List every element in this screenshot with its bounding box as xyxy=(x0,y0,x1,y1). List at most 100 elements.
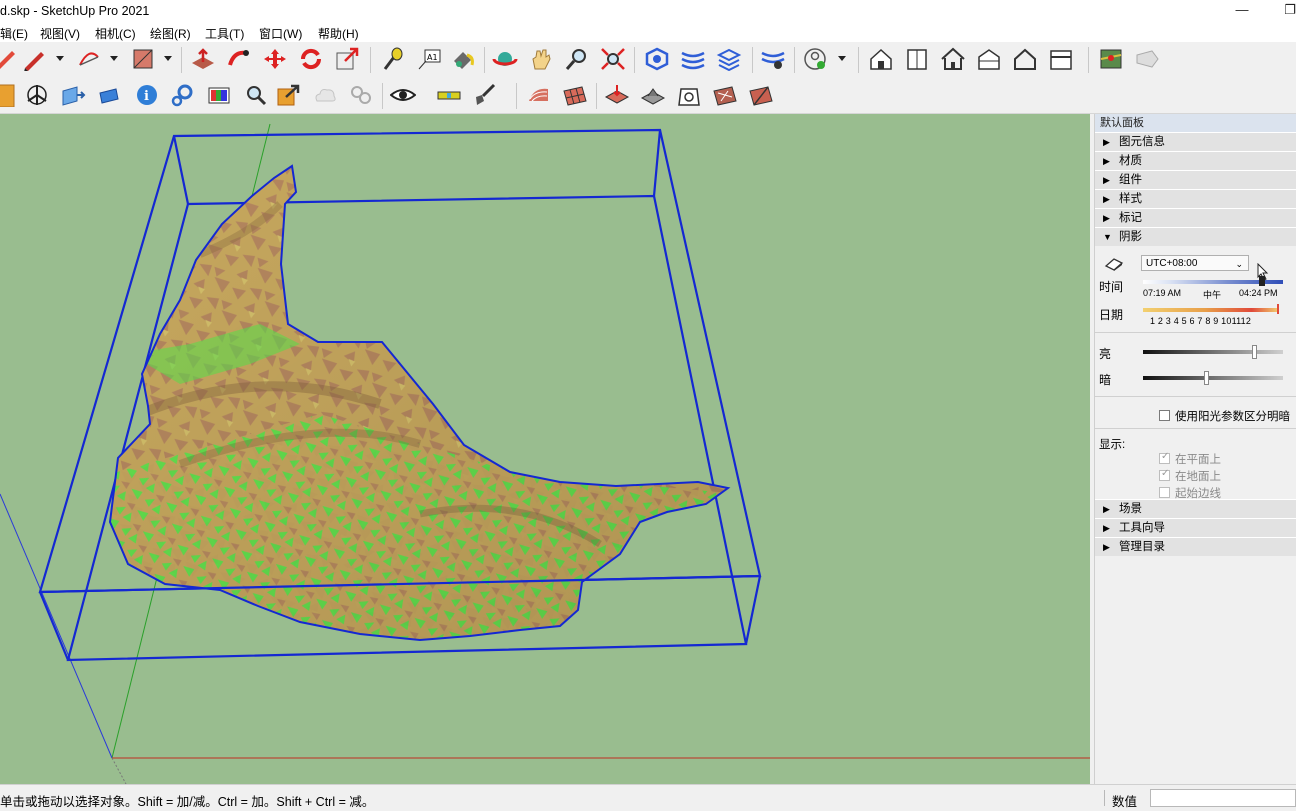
measurements-label: 数值 xyxy=(1112,795,1138,809)
axes-icon[interactable] xyxy=(24,83,52,109)
section-styles[interactable]: ▶ 样式 xyxy=(1095,189,1296,208)
export-icon[interactable] xyxy=(276,83,304,109)
section-fill-icon[interactable] xyxy=(96,83,124,109)
sandbox-icon[interactable] xyxy=(680,47,708,73)
restore-button[interactable]: ❐ xyxy=(1280,2,1296,20)
window-title: d.skp - SketchUp Pro 2021 xyxy=(0,4,150,18)
tag-icon[interactable] xyxy=(1134,47,1162,73)
extension-icon[interactable] xyxy=(760,47,788,73)
rectangle-dropdown-icon[interactable] xyxy=(164,56,172,61)
solid-tools-icon[interactable] xyxy=(644,47,672,73)
shadow-toggle-icon[interactable] xyxy=(1103,257,1125,274)
section-entity-info[interactable]: ▶ 图元信息 xyxy=(1095,132,1296,151)
section-instructor[interactable]: ▶ 工具向导 xyxy=(1095,518,1296,537)
section-components[interactable]: ▶ 组件 xyxy=(1095,170,1296,189)
eye-icon[interactable] xyxy=(389,83,418,109)
orbit-icon[interactable] xyxy=(492,47,520,73)
section-plane-icon[interactable] xyxy=(60,83,88,109)
chevron-down-icon: ⌄ xyxy=(1235,259,1243,269)
menu-camera[interactable]: 相机(C) xyxy=(95,25,136,42)
smoove-icon[interactable] xyxy=(604,83,632,109)
layers-icon[interactable] xyxy=(716,47,744,73)
section-tags[interactable]: ▶ 标记 xyxy=(1095,208,1296,227)
minimize-button[interactable]: — xyxy=(1232,2,1252,20)
menu-window[interactable]: 窗口(W) xyxy=(259,25,302,42)
scale-icon[interactable] xyxy=(334,47,362,73)
push-pull-icon[interactable] xyxy=(190,47,218,73)
zoom-extents-icon[interactable] xyxy=(600,47,628,73)
light-slider-thumb[interactable] xyxy=(1251,345,1257,359)
sketchup-logo-icon[interactable] xyxy=(0,83,18,109)
menu-tools[interactable]: 工具(T) xyxy=(205,25,244,42)
add-detail-icon[interactable] xyxy=(712,83,740,109)
blue-axis-line xyxy=(0,493,113,759)
dark-slider-thumb[interactable] xyxy=(1204,371,1209,385)
link-icon[interactable] xyxy=(348,83,376,109)
timezone-select[interactable]: UTC+08:00 ⌄ xyxy=(1141,255,1249,271)
zoom-icon[interactable] xyxy=(564,47,592,73)
follow-me-icon[interactable] xyxy=(226,47,254,73)
settings-icon[interactable] xyxy=(170,83,198,109)
section-scenes[interactable]: ▶ 场景 xyxy=(1095,499,1296,518)
rotate-icon[interactable] xyxy=(298,47,326,73)
arc-dropdown-icon[interactable] xyxy=(110,56,118,61)
date-slider-thumb[interactable] xyxy=(1277,304,1279,314)
info-icon[interactable]: i xyxy=(134,83,162,109)
terrain-from-contours-icon[interactable] xyxy=(526,83,554,109)
account-icon[interactable] xyxy=(802,47,830,73)
tape-measure-icon[interactable] xyxy=(380,47,408,73)
time-slider-thumb[interactable] xyxy=(1259,276,1265,286)
flip-edge-icon[interactable] xyxy=(748,83,776,109)
menu-draw[interactable]: 绘图(R) xyxy=(150,25,191,42)
terrain-mesh[interactable] xyxy=(109,165,740,654)
menu-view[interactable]: 视图(V) xyxy=(40,25,80,42)
house-section-icon[interactable] xyxy=(976,47,1004,73)
line-icon[interactable] xyxy=(22,47,50,73)
light-slider[interactable] xyxy=(1143,350,1283,354)
from-edges-checkbox[interactable] xyxy=(1159,487,1170,498)
model-viewport[interactable] xyxy=(0,114,1090,784)
drape-icon[interactable] xyxy=(676,83,704,109)
style-icon[interactable] xyxy=(206,83,234,109)
time-end-label: 04:24 PM xyxy=(1239,288,1278,298)
menu-edit[interactable]: 辑(E) xyxy=(0,25,28,42)
svg-text:A1: A1 xyxy=(427,53,438,62)
pan-icon[interactable] xyxy=(528,47,556,73)
home-icon[interactable] xyxy=(940,47,968,73)
garage-icon[interactable] xyxy=(1048,47,1076,73)
measurements-input[interactable] xyxy=(1150,789,1296,807)
light-label: 亮 xyxy=(1099,347,1112,361)
menu-help[interactable]: 帮助(H) xyxy=(318,25,359,42)
terrain-grid-icon[interactable] xyxy=(562,83,590,109)
date-slider[interactable] xyxy=(1143,308,1279,312)
use-sun-checkbox[interactable] xyxy=(1159,410,1170,421)
paint-bucket-icon[interactable] xyxy=(450,47,478,73)
level-icon[interactable] xyxy=(436,83,464,109)
title-bar: d.skp - SketchUp Pro 2021 — ❐ xyxy=(0,0,1296,22)
pencil-icon[interactable] xyxy=(0,47,20,73)
time-noon-label: 中午 xyxy=(1203,290,1222,300)
arc-icon[interactable] xyxy=(76,47,104,73)
zoom-window-icon[interactable] xyxy=(242,83,270,109)
warehouse-icon[interactable] xyxy=(868,47,896,73)
on-ground-checkbox[interactable]: ✓ xyxy=(1159,468,1170,481)
geo-location-icon[interactable] xyxy=(1098,47,1126,73)
shovel-icon[interactable] xyxy=(472,83,500,109)
text-icon[interactable]: A1 xyxy=(416,47,444,73)
line-dropdown-icon[interactable] xyxy=(56,56,64,61)
stamp-icon[interactable] xyxy=(640,83,668,109)
on-faces-checkbox[interactable]: ✓ xyxy=(1159,451,1170,464)
expand-triangle-icon: ▶ xyxy=(1103,137,1110,147)
section-materials[interactable]: ▶ 材质 xyxy=(1095,151,1296,170)
move-icon[interactable] xyxy=(262,47,290,73)
expand-triangle-icon: ▶ xyxy=(1103,504,1110,514)
account-dropdown-icon[interactable] xyxy=(838,56,846,61)
dark-slider[interactable] xyxy=(1143,376,1283,380)
rectangle-icon[interactable] xyxy=(130,47,158,73)
components-icon[interactable] xyxy=(904,47,932,73)
model-canvas[interactable] xyxy=(0,114,1090,784)
section-shadows[interactable]: ▼ 阴影 xyxy=(1095,227,1296,246)
cloud-icon[interactable] xyxy=(312,83,340,109)
house-outline-icon[interactable] xyxy=(1012,47,1040,73)
section-outliner[interactable]: ▶ 管理目录 xyxy=(1095,537,1296,556)
